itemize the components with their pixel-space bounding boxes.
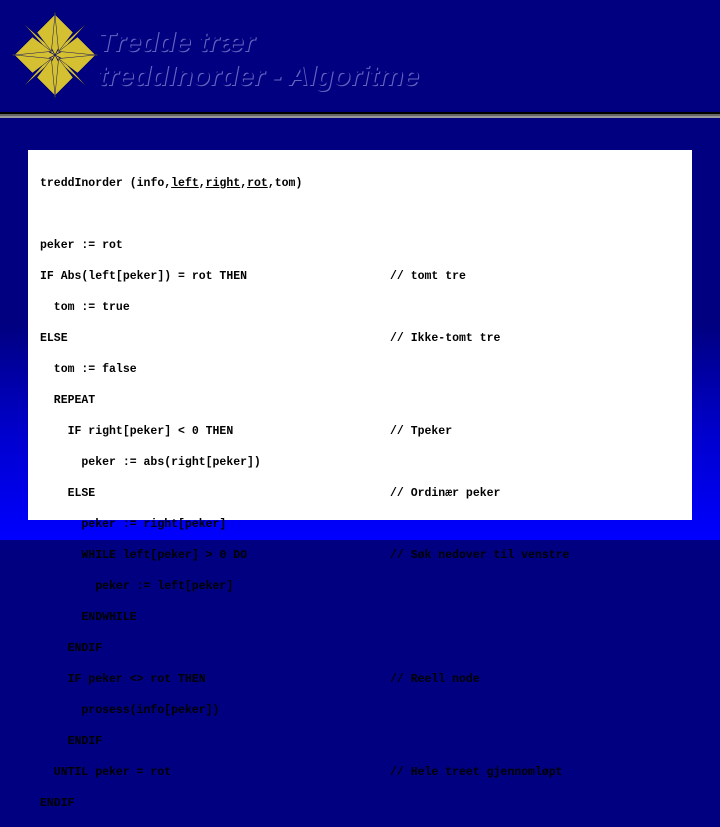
code-line: ENDIF bbox=[40, 641, 680, 657]
code-line: ENDWHILE bbox=[40, 610, 680, 626]
code-line: peker := abs(right[peker]) bbox=[40, 455, 680, 471]
code-line: prosess(info[peker]) bbox=[40, 703, 680, 719]
comment: // Tpeker bbox=[390, 424, 452, 440]
code-line: IF Abs(left[peker]) = rot THEN// tomt tr… bbox=[40, 269, 680, 285]
comment: // Søk nedover til venstre bbox=[390, 548, 569, 564]
code-line: tom := false bbox=[40, 362, 680, 378]
code-line: WHILE left[peker] > 0 DO// Søk nedover t… bbox=[40, 548, 680, 564]
code-line: ENDIF bbox=[40, 734, 680, 750]
separator-bar bbox=[0, 112, 720, 118]
code-line: tom := true bbox=[40, 300, 680, 316]
starburst-icon bbox=[10, 10, 100, 100]
code-line: IF peker <> rot THEN// Reell node bbox=[40, 672, 680, 688]
code-box: treddInorder (info,left,right,rot,tom) p… bbox=[28, 150, 692, 520]
code-line: REPEAT bbox=[40, 393, 680, 409]
code-line: peker := rot bbox=[40, 238, 680, 254]
code-line: peker := right[peker] bbox=[40, 517, 680, 533]
comment: // Ikke-tomt tre bbox=[390, 331, 500, 347]
comment: // Hele treet gjennomløpt bbox=[390, 765, 563, 781]
title-line-2: treddInorder - Algoritme bbox=[98, 59, 419, 93]
comment: // tomt tre bbox=[390, 269, 466, 285]
comment: // Ordinær peker bbox=[390, 486, 500, 502]
code-line: ELSE// Ikke-tomt tre bbox=[40, 331, 680, 347]
title-block: Tredde trær treddInorder - Algoritme bbox=[98, 25, 419, 92]
code-line: ENDIF bbox=[40, 796, 680, 812]
code-line: UNTIL peker = rot// Hele treet gjennomlø… bbox=[40, 765, 680, 781]
comment: // Reell node bbox=[390, 672, 480, 688]
code-line: peker := left[peker] bbox=[40, 579, 680, 595]
slide-header: Tredde trær treddInorder - Algoritme bbox=[0, 0, 720, 120]
code-line: ELSE// Ordinær peker bbox=[40, 486, 680, 502]
code-signature: treddInorder (info,left,right,rot,tom) bbox=[40, 176, 680, 192]
code-line: IF right[peker] < 0 THEN// Tpeker bbox=[40, 424, 680, 440]
blank-line bbox=[40, 207, 680, 223]
title-line-1: Tredde trær bbox=[98, 25, 419, 59]
